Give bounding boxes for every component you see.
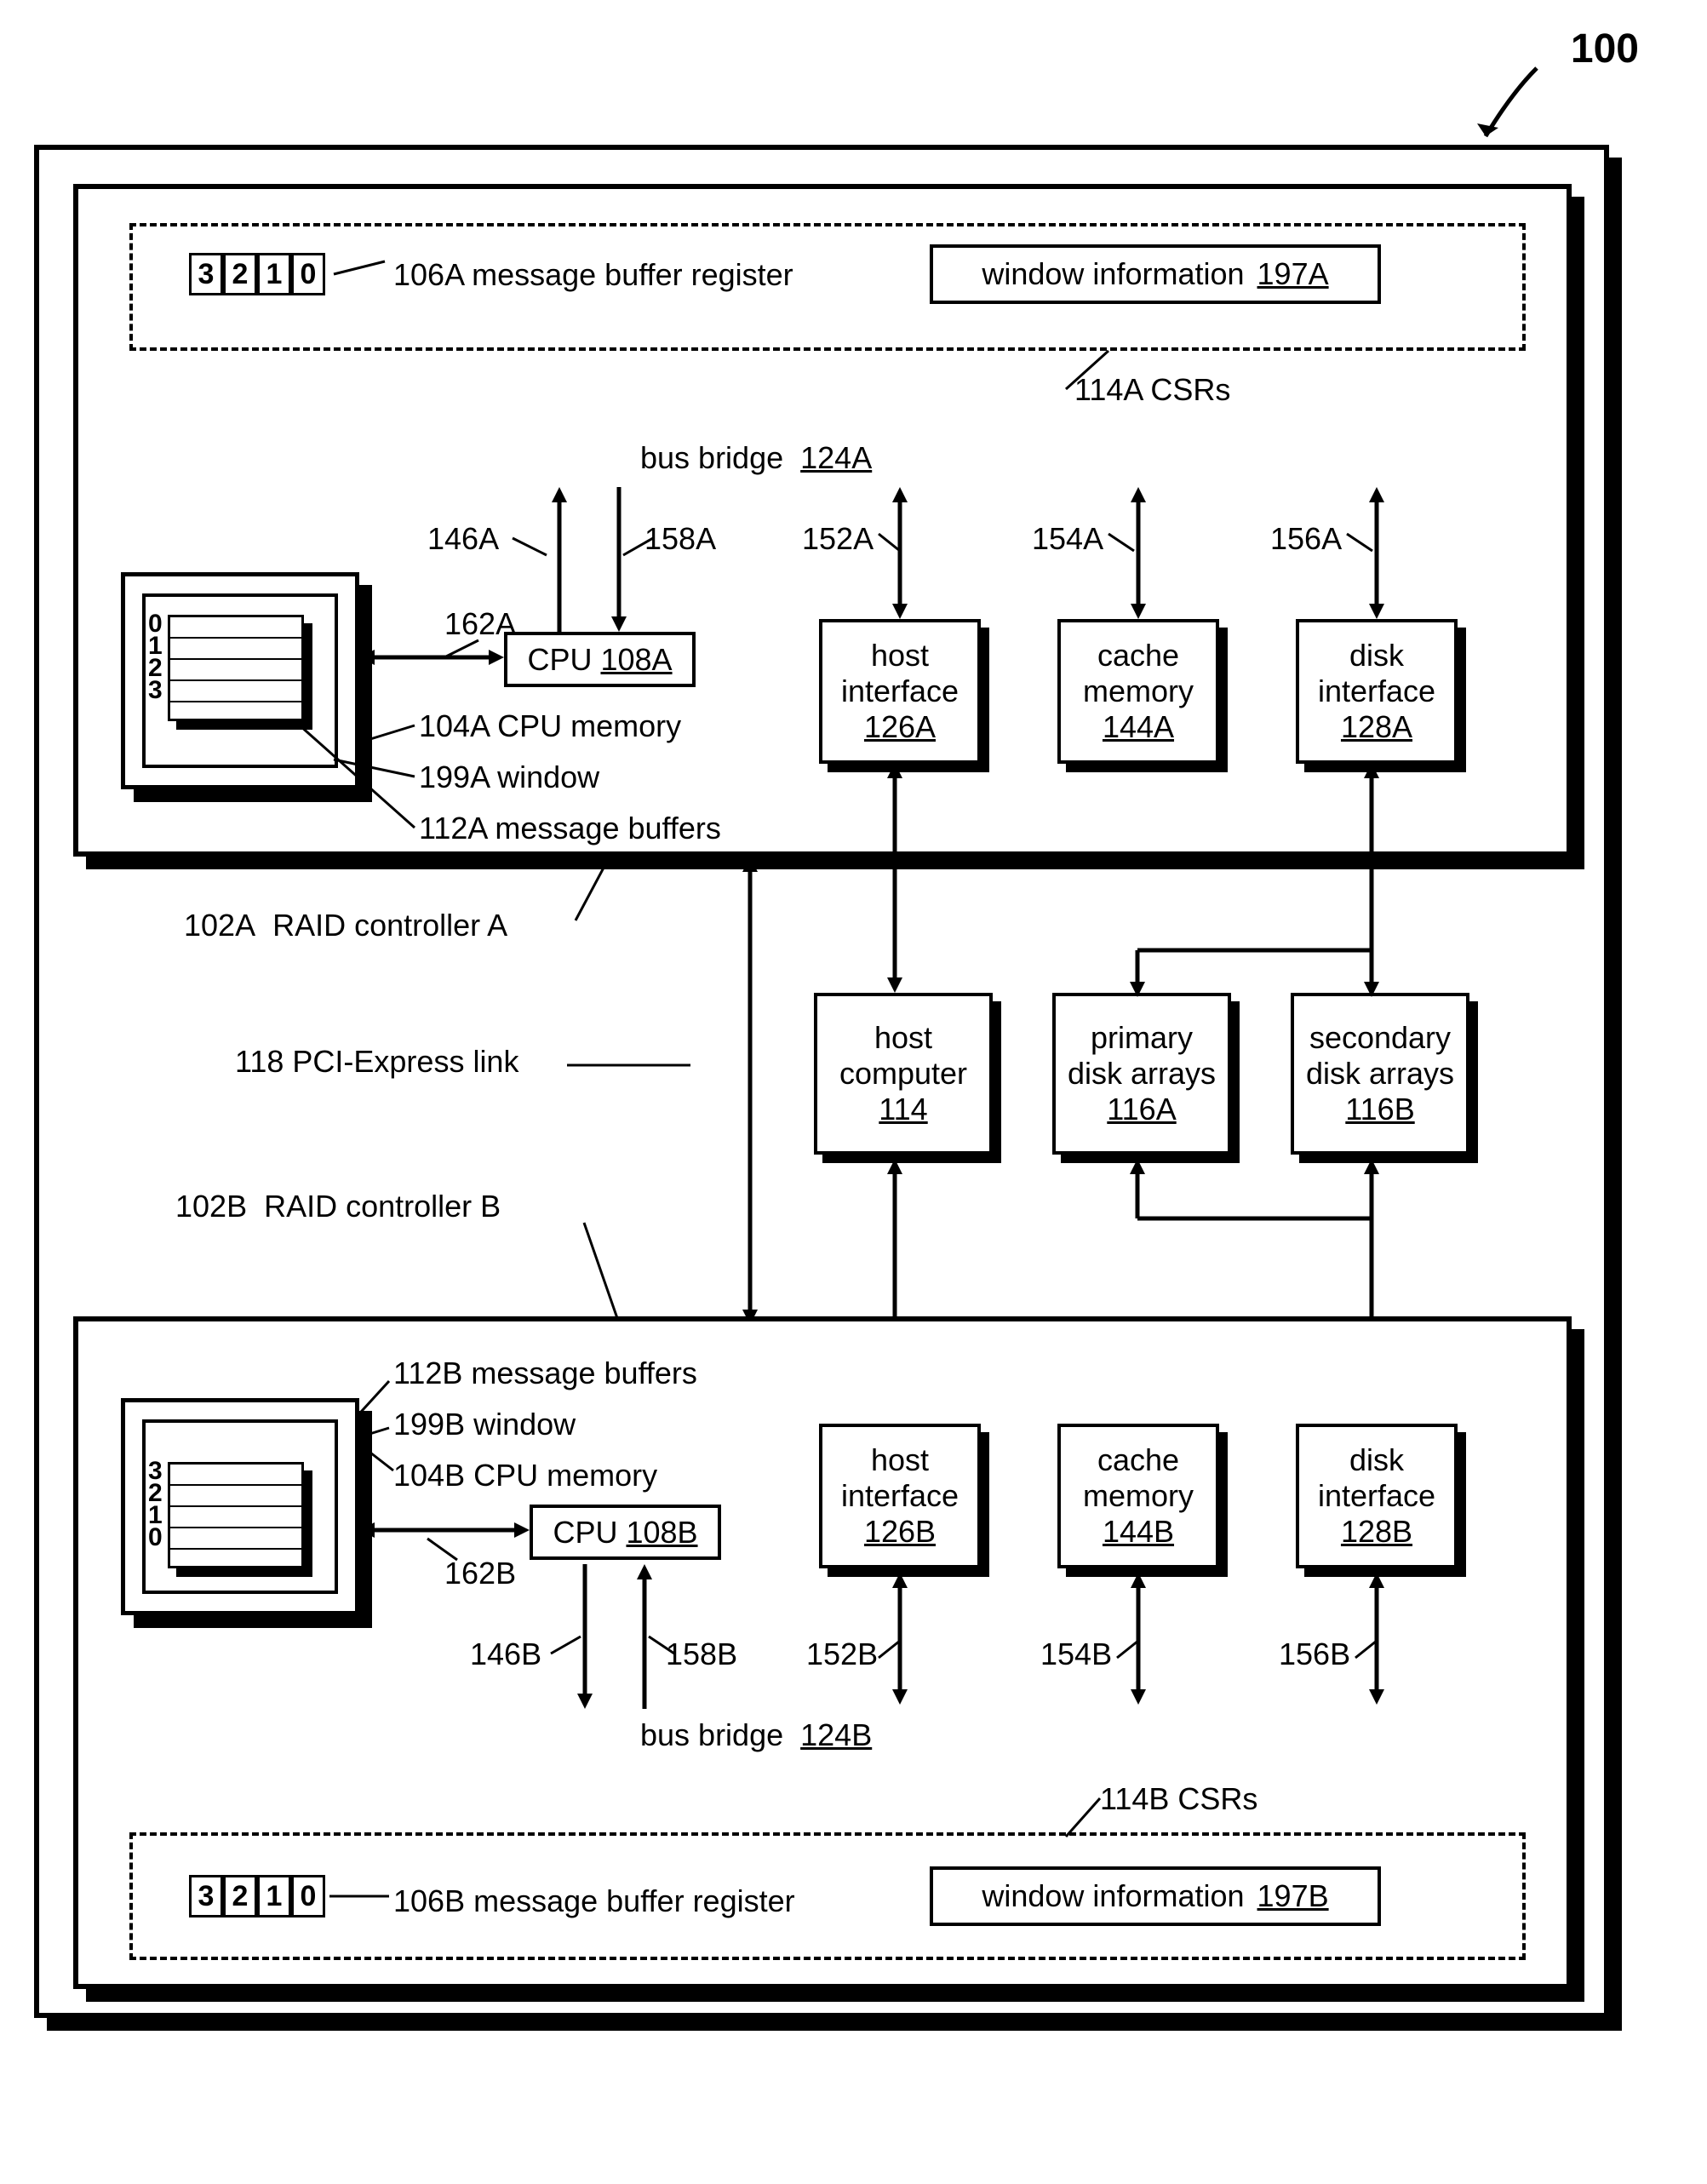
pointer-158b (649, 1637, 679, 1662)
cache-memory-b: cache memory 144B (1057, 1424, 1219, 1568)
cache-memory-a: cache memory 144A (1057, 619, 1219, 764)
pointer-154b (1117, 1641, 1143, 1666)
msg-buf-reg-b-label: 106B message buffer register (393, 1883, 795, 1919)
controller-b-pointer (584, 1223, 627, 1325)
pointer-146a (513, 530, 555, 555)
msg-buf-reg-b: 3 2 1 0 (189, 1875, 325, 1917)
bus-bridge-a-label: bus bridge 124A (640, 440, 872, 476)
label-146b: 146B (470, 1637, 541, 1672)
pointer-146b (551, 1637, 585, 1662)
host-interface-b: host interface 126B (819, 1424, 981, 1568)
controller-a-pointer (576, 857, 618, 925)
primary-disk-arrays: primary disk arrays 116A (1052, 993, 1231, 1155)
window-info-a: window information 197A (930, 244, 1381, 304)
disk-interface-a: disk interface 128A (1296, 619, 1458, 764)
host-computer: host computer 114 (814, 993, 993, 1155)
controller-b-label: 102B RAID controller B (175, 1189, 501, 1224)
pointer-156b (1355, 1641, 1381, 1666)
controller-b: 112B message buffers 199B window 104B CP… (73, 1316, 1572, 1989)
cpu-a: CPU 108A (504, 632, 696, 687)
msg-buffers-a-label: 112A message buffers (419, 811, 721, 846)
msg-buf-reg-a: 3 2 1 0 (189, 253, 325, 295)
pointer-162b (427, 1539, 461, 1564)
controller-a-label: 102A RAID controller A (184, 908, 507, 943)
arrow-156b (1364, 1573, 1389, 1705)
host-interface-a: host interface 126A (819, 619, 981, 764)
msg-buffers-a-inner (168, 615, 304, 721)
pointer-158a (623, 530, 657, 555)
disk-interface-b: disk interface 128B (1296, 1424, 1458, 1568)
cpu-memory-a-label: 104A CPU memory (419, 708, 681, 744)
arrow-154b (1126, 1573, 1151, 1705)
disk-a-cross-link (1027, 763, 1452, 1001)
label-162a: 162A (444, 606, 516, 642)
csrs-a-pointer (1066, 351, 1117, 393)
pointer-154a (1108, 530, 1138, 555)
arrow-146a (547, 487, 572, 632)
bus-bridge-b-label: bus bridge 124B (640, 1717, 872, 1753)
label-152b: 152B (806, 1637, 878, 1672)
msg-buf-reg-a-label: 106A message buffer register (393, 257, 793, 293)
csrs-b-label: 114B CSRs (1100, 1781, 1257, 1817)
pointer-152b (879, 1641, 904, 1666)
secondary-disk-arrays: secondary disk arrays 116B (1291, 993, 1469, 1155)
msg-buffers-b-label: 112B message buffers (393, 1356, 697, 1391)
pointer-156a (1347, 530, 1377, 555)
msg-buf-reg-a-pointer (334, 257, 393, 291)
cpu-b: CPU 108B (530, 1505, 721, 1560)
csrs-b-pointer (1066, 1798, 1117, 1841)
window-info-b: window information 197B (930, 1866, 1381, 1926)
pci-link-pointer (567, 1052, 695, 1078)
arrow-152b (887, 1573, 913, 1705)
arrow-158a (606, 487, 632, 632)
pci-link-label: 118 PCI-Express link (235, 1044, 518, 1080)
diagram-container: bus bridge 124A 114A CSRs 3 2 1 0 106A m… (34, 145, 1609, 2018)
mem-nums-a: 0 1 2 3 (148, 613, 163, 702)
pci-link-line (737, 857, 763, 1325)
window-a-label: 199A window (419, 760, 599, 795)
cpu-memory-b-label: 104B CPU memory (393, 1458, 657, 1493)
window-b-label: 199B window (393, 1407, 576, 1442)
label-146a: 146A (427, 521, 499, 557)
label-156b: 156B (1279, 1637, 1350, 1672)
figure-ref-label: 100 (1571, 26, 1639, 72)
msg-buffers-b-inner (168, 1462, 304, 1568)
pointer-152a (879, 530, 904, 555)
figure-ref-arrow (1469, 51, 1554, 153)
msg-buf-reg-b-pointer (329, 1888, 393, 1905)
mem-nums-b: 3 2 1 0 (148, 1460, 163, 1549)
pointer-162a (444, 640, 487, 666)
label-152a: 152A (802, 521, 874, 557)
label-156a: 156A (1270, 521, 1342, 557)
label-154b: 154B (1040, 1637, 1112, 1672)
msg-buffers-a-pointer (300, 725, 419, 836)
controller-a: bus bridge 124A 114A CSRs 3 2 1 0 106A m… (73, 184, 1572, 857)
host-a-link (882, 763, 908, 993)
label-154a: 154A (1032, 521, 1103, 557)
